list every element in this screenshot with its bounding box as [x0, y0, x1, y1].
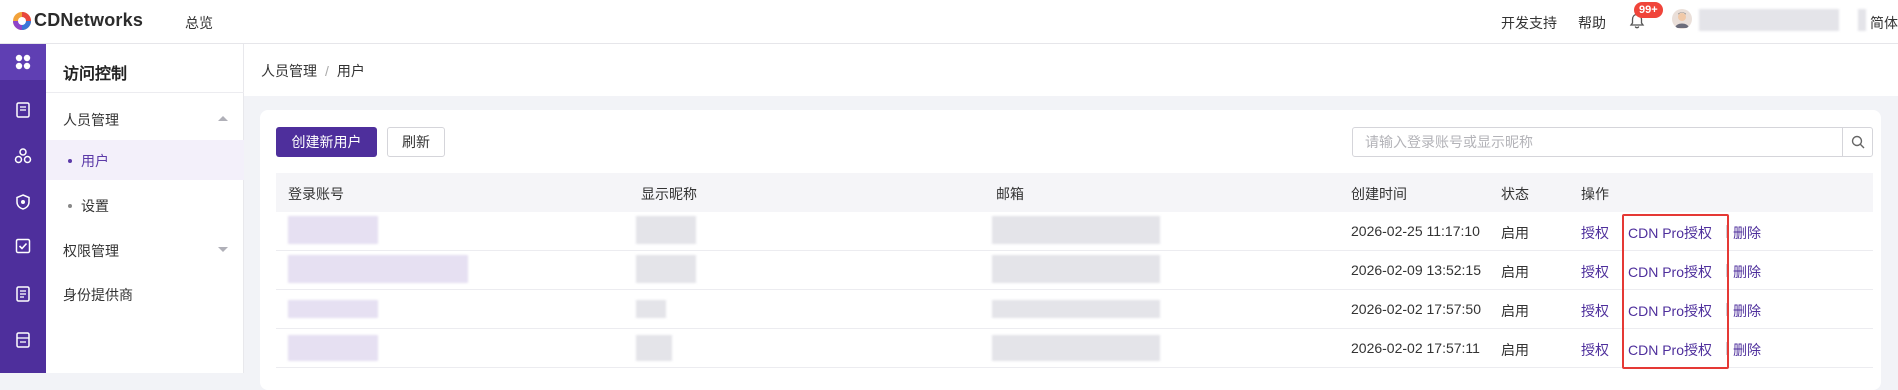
sidebar-group-people[interactable]: 人员管理	[63, 110, 119, 130]
chevron-down-icon[interactable]	[217, 246, 229, 254]
icon-rail	[0, 44, 46, 373]
rail-ticket[interactable]	[0, 322, 46, 358]
column-header-login: 登录账号	[288, 186, 344, 202]
sidebar-item-users[interactable]: 用户	[46, 140, 244, 180]
sidebar-item-settings[interactable]: 设置	[46, 185, 244, 225]
report-icon	[16, 286, 30, 302]
document-icon	[16, 102, 30, 118]
breadcrumb: 人员管理 / 用户	[261, 61, 365, 81]
breadcrumb-current: 用户	[336, 63, 365, 79]
redacted-login	[288, 335, 378, 361]
user-avatar-icon	[1675, 12, 1689, 28]
language-switch[interactable]: 简体	[1868, 13, 1898, 33]
sidebar-divider	[46, 92, 244, 93]
avatar[interactable]	[1672, 9, 1692, 29]
redacted-account-name	[1699, 9, 1839, 31]
network-icon	[14, 148, 32, 164]
search-button[interactable]	[1842, 128, 1872, 156]
redacted-email	[992, 335, 1160, 361]
logo-mark-icon	[13, 11, 31, 30]
nav-overview-link[interactable]: 总览	[185, 13, 213, 33]
created-time: 2026-02-25 11:17:10	[1351, 223, 1480, 239]
column-header-nickname: 显示昵称	[641, 186, 697, 202]
sidebar: 访问控制 人员管理 用户 设置 权限管理 身份提供商	[46, 44, 244, 373]
grant-link[interactable]: 授权	[1581, 340, 1609, 360]
redacted-email	[992, 216, 1160, 244]
status-text: 启用	[1501, 264, 1529, 280]
rail-network[interactable]	[0, 138, 46, 174]
created-time: 2026-02-02 17:57:11	[1351, 340, 1480, 356]
delete-link[interactable]: 删除	[1733, 301, 1761, 321]
search-input[interactable]	[1353, 128, 1843, 156]
create-user-button[interactable]: 创建新用户	[276, 127, 377, 157]
column-header-status: 状态	[1501, 186, 1529, 202]
refresh-button[interactable]: 刷新	[387, 127, 445, 157]
search-icon	[1851, 135, 1864, 149]
brand-name: CDNetworks	[34, 10, 144, 30]
column-header-created: 创建时间	[1351, 186, 1407, 202]
status-text: 启用	[1501, 342, 1529, 358]
highlight-box	[1622, 214, 1729, 369]
help-link[interactable]: 帮助	[1578, 13, 1606, 33]
rail-report[interactable]	[0, 276, 46, 312]
sidebar-item-label: 设置	[81, 198, 109, 214]
delete-link[interactable]: 删除	[1733, 340, 1761, 360]
bullet-dot-icon	[68, 204, 72, 208]
rail-checklist[interactable]	[0, 228, 46, 264]
delete-link[interactable]: 删除	[1733, 262, 1761, 282]
created-time: 2026-02-02 17:57:50	[1351, 301, 1481, 317]
table-header: 登录账号 显示昵称 邮箱 创建时间 状态 操作	[276, 173, 1873, 212]
column-header-email: 邮箱	[996, 186, 1024, 202]
breadcrumb-separator: /	[325, 63, 329, 79]
redacted-login	[288, 216, 378, 244]
shield-icon	[16, 194, 30, 210]
grant-link[interactable]: 授权	[1581, 223, 1609, 243]
created-time: 2026-02-09 13:52:15	[1351, 262, 1481, 278]
redacted-nickname	[636, 335, 672, 361]
status-text: 启用	[1501, 303, 1529, 319]
bullet-dot-icon	[68, 159, 72, 163]
checklist-icon	[15, 238, 31, 254]
breadcrumb-parent[interactable]: 人员管理	[261, 63, 317, 79]
rail-document[interactable]	[0, 92, 46, 128]
column-header-actions: 操作	[1581, 186, 1609, 202]
sidebar-title: 访问控制	[63, 66, 128, 83]
delete-link[interactable]: 删除	[1733, 223, 1761, 243]
sidebar-group-idp[interactable]: 身份提供商	[63, 285, 133, 305]
breadcrumb-bar: 人员管理 / 用户	[244, 44, 1898, 96]
redacted-login	[288, 255, 468, 283]
brand-logo[interactable]: CDNetworks	[12, 10, 143, 31]
redacted-login	[288, 300, 378, 318]
rail-security[interactable]	[0, 184, 46, 220]
redacted-divider	[1858, 9, 1866, 31]
dev-support-link[interactable]: 开发支持	[1501, 13, 1557, 33]
grant-link[interactable]: 授权	[1581, 301, 1609, 321]
redacted-nickname	[636, 216, 696, 244]
redacted-email	[992, 300, 1160, 318]
redacted-nickname	[636, 255, 696, 283]
chevron-up-icon[interactable]	[217, 114, 229, 122]
rail-apps[interactable]	[0, 44, 46, 80]
status-text: 启用	[1501, 225, 1529, 241]
grant-link[interactable]: 授权	[1581, 262, 1609, 282]
apps-icon	[15, 54, 31, 70]
top-bar: CDNetworks 总览 开发支持 帮助 99+ 简体	[0, 0, 1898, 44]
sidebar-group-permissions[interactable]: 权限管理	[63, 241, 119, 261]
redacted-email	[992, 255, 1160, 283]
redacted-nickname	[636, 300, 666, 318]
ticket-icon	[16, 332, 30, 348]
sidebar-item-label: 用户	[81, 153, 109, 169]
notification-badge: 99+	[1634, 2, 1663, 18]
search-box	[1352, 127, 1873, 157]
